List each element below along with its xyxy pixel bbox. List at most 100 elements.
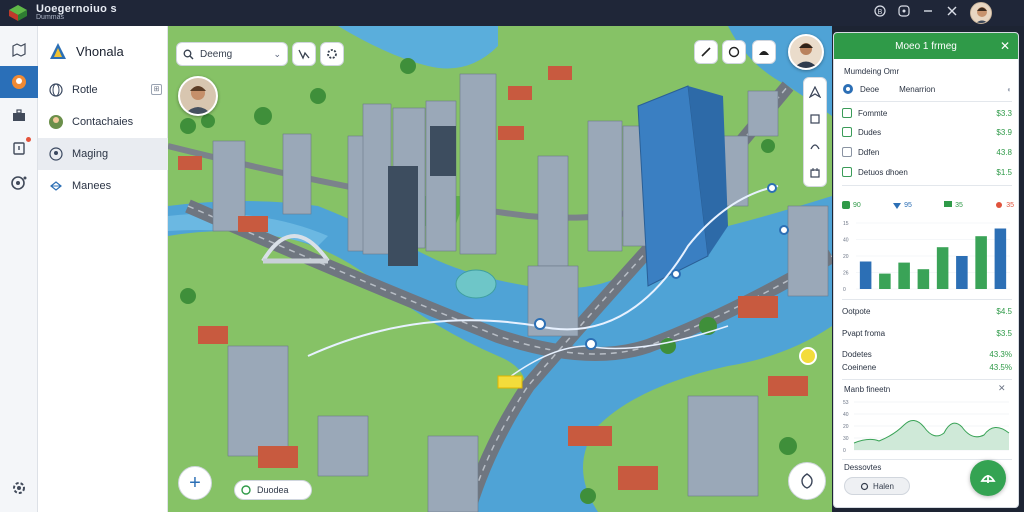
settings-icon[interactable]: [0, 472, 38, 504]
city-map-render: [168, 26, 832, 512]
bar-axis-tick: 26: [843, 271, 849, 277]
divider: [842, 101, 1012, 102]
layer-toggle[interactable]: Duodea: [234, 480, 312, 500]
sidebar-menu: Rotle ⊞ Contachaies Maging Manees: [38, 74, 168, 202]
trend-title: Manb fineetn: [844, 385, 891, 394]
circle-tool-button[interactable]: [722, 40, 746, 64]
sidebar-item-rotle[interactable]: Rotle ⊞: [38, 74, 168, 106]
row-label: Fommte: [858, 108, 888, 118]
route-add-icon: [980, 475, 996, 483]
bar-chart: 15 40 20 26 0: [843, 221, 1010, 293]
row-icon: [842, 167, 852, 177]
chart-bar: [956, 256, 968, 289]
divider: [842, 299, 1012, 300]
expand-icon[interactable]: ⊞: [151, 84, 162, 95]
draw-tool-button[interactable]: [694, 40, 718, 64]
directions-icon[interactable]: [804, 78, 826, 105]
close-icon[interactable]: [944, 5, 960, 21]
close-trend-icon[interactable]: ✕: [998, 383, 1006, 394]
metric-row: Pvapt froma $3.5: [842, 325, 1012, 341]
detail-row[interactable]: Dudes $3.9: [842, 124, 1012, 140]
settings-button[interactable]: [320, 42, 344, 66]
brand-name: Vhonala: [76, 43, 124, 59]
detail-row[interactable]: Detuos dhoen $1.5: [842, 164, 1012, 180]
row-icon: [842, 127, 852, 137]
app-window: Uoegernoiuo s Dummas B Vhonala Rotle ⊞ C…: [0, 0, 1024, 512]
info-icon[interactable]: [896, 5, 912, 21]
trend-tick: 53: [843, 400, 849, 406]
summary-row: Deoe Menarrion ◐: [842, 81, 1012, 97]
metric-label: Coeinene: [842, 362, 877, 372]
map-side-toolbar: [803, 77, 827, 187]
row-icon: [842, 108, 852, 118]
icon-rail: [0, 26, 38, 512]
map-user-avatar[interactable]: [178, 76, 218, 116]
chart-bar: [994, 228, 1007, 289]
metric-value: $3.5: [996, 328, 1012, 338]
people-icon: [49, 147, 63, 161]
trend-area: [854, 420, 1009, 450]
stat-pill: 35: [995, 201, 1014, 209]
row-label: Dudes: [858, 127, 882, 137]
stat-value: 35: [1006, 201, 1014, 209]
sidebar-item-label: Maging: [72, 148, 109, 160]
metric-row: Ootpote $4.5: [842, 303, 1012, 319]
bar-axis-tick: 0: [843, 287, 846, 293]
divider: [842, 185, 1012, 186]
circle-icon: [728, 46, 740, 58]
route-tool-button[interactable]: [292, 42, 316, 66]
brand: Vhonala: [48, 38, 124, 64]
camera-icon[interactable]: [0, 166, 38, 198]
map-search-input[interactable]: Deemg ⌄: [176, 42, 288, 66]
map-outline-icon[interactable]: [0, 34, 38, 66]
summary-icon: [843, 84, 853, 94]
add-route-button[interactable]: [970, 460, 1006, 496]
calendar-icon[interactable]: [804, 159, 826, 186]
details-panel: Moeo 1 frmeg ✕ Mumdeing Omr Deoe Menarri…: [833, 32, 1019, 508]
metric-label: Dodetes: [842, 349, 872, 359]
bar-axis-tick: 40: [843, 238, 849, 244]
city-map[interactable]: Deemg ⌄ + Duodea: [168, 26, 832, 512]
sidebar-item-label: Manees: [72, 180, 112, 192]
radio-icon: [241, 485, 251, 495]
sidebar-item-contachaies[interactable]: Contachaies: [38, 106, 168, 138]
close-panel-icon[interactable]: ✕: [1000, 39, 1010, 53]
layer-label: Duodea: [257, 485, 289, 495]
footer-button[interactable]: Halen: [844, 477, 910, 495]
zoom-in-button[interactable]: +: [178, 466, 212, 500]
sidebar-item-maging[interactable]: Maging: [38, 138, 168, 170]
metric-row: Coeinene 43.5%: [842, 359, 1012, 375]
location-pin-icon[interactable]: [0, 66, 38, 98]
chart-bar: [898, 262, 910, 289]
svg-text:B: B: [878, 9, 883, 16]
globe-icon: [49, 83, 63, 97]
crosshair-icon: [50, 181, 62, 191]
share-tool-button[interactable]: [752, 40, 776, 64]
metric-label: Pvapt froma: [842, 328, 886, 338]
stat-value: 95: [904, 201, 912, 209]
briefcase-icon[interactable]: [0, 100, 38, 132]
alert-icon[interactable]: [0, 132, 38, 164]
search-icon: [183, 49, 194, 59]
stat-pill: 35: [944, 201, 963, 209]
sidebar-item-manees[interactable]: Manees: [38, 170, 168, 202]
layers-icon[interactable]: [804, 105, 826, 132]
help-icon[interactable]: B: [872, 5, 888, 21]
recenter-icon: [801, 473, 813, 489]
detail-row[interactable]: Fommte $3.3: [842, 105, 1012, 121]
chevron-down-icon[interactable]: ⌄: [273, 49, 281, 60]
collaborator-avatar[interactable]: [788, 34, 824, 70]
toggle-icon[interactable]: ◐: [1007, 85, 1012, 94]
summary-name: Deoe: [860, 84, 880, 94]
recenter-button[interactable]: [788, 462, 826, 500]
traffic-icon[interactable]: [804, 132, 826, 159]
footer-title: Dessovtes: [844, 463, 882, 472]
row-value: 43.8: [996, 147, 1012, 157]
minimize-icon[interactable]: [920, 5, 936, 21]
user-avatar[interactable]: [970, 2, 992, 24]
title-bar: Uoegernoiuo s Dummas B: [0, 0, 1024, 26]
stat-value: 35: [955, 201, 963, 209]
chart-bar: [879, 273, 891, 289]
detail-row[interactable]: Ddfen 43.8: [842, 144, 1012, 160]
chart-bar: [917, 269, 930, 289]
